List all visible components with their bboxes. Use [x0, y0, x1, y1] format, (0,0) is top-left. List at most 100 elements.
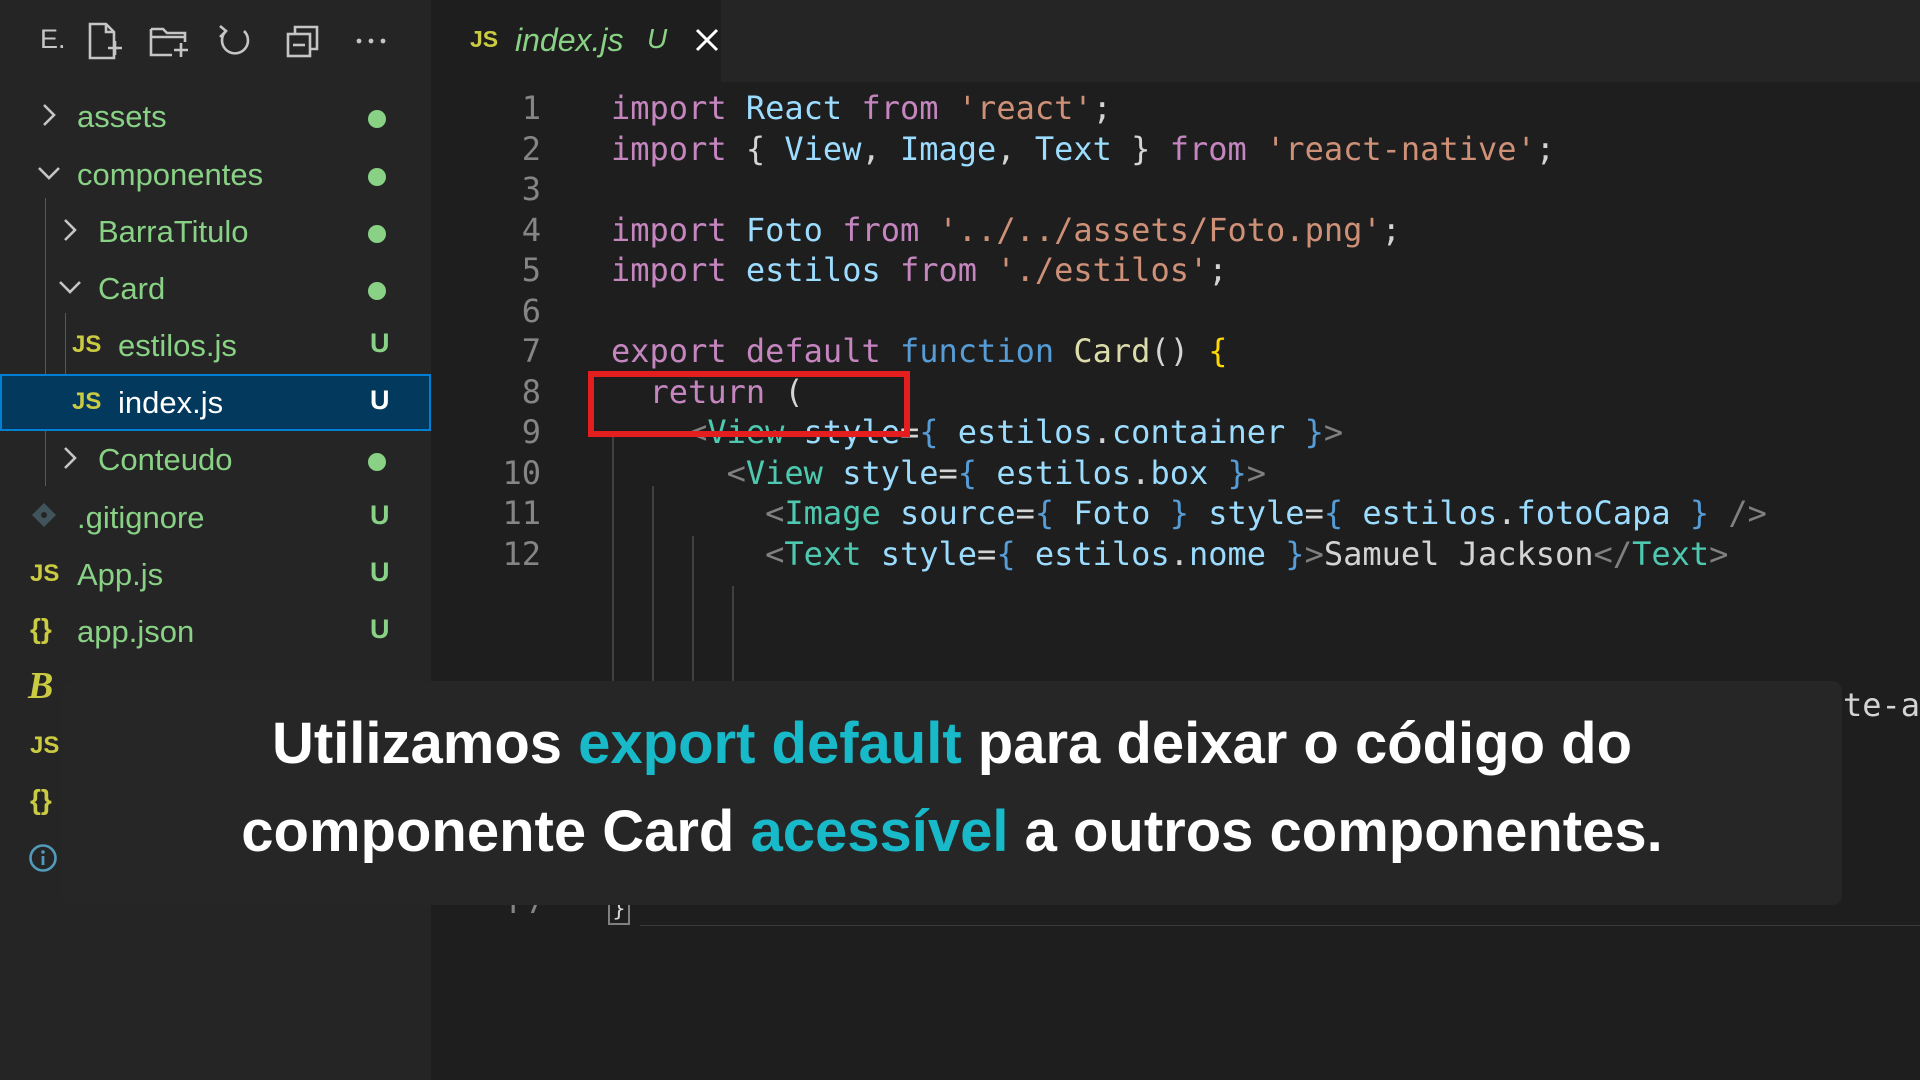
indent-guide — [732, 586, 734, 691]
code-token: View — [784, 129, 862, 168]
tree-item-assets[interactable]: assets — [0, 88, 431, 145]
untracked-status: U — [370, 557, 390, 587]
tab-index-js[interactable]: JS index.js U — [431, 0, 721, 82]
code-token: Foto — [1073, 494, 1151, 532]
more-icon[interactable] — [350, 20, 392, 62]
chevron-right-icon — [55, 443, 85, 473]
line-number: 1 — [521, 89, 541, 127]
tree-item-barratitulo[interactable]: BarraTitulo — [0, 203, 431, 260]
code-token: Image — [899, 129, 997, 168]
code-token: estilos — [957, 413, 1093, 451]
babel-icon: B — [28, 665, 54, 707]
modified-dot — [368, 282, 386, 300]
close-icon[interactable] — [691, 24, 723, 56]
code-token: /> — [1728, 494, 1767, 532]
line-number: 4 — [521, 210, 541, 249]
modified-dot — [368, 225, 386, 243]
new-file-icon[interactable] — [82, 20, 124, 62]
code-token: Text — [1034, 129, 1112, 168]
tree-item-card[interactable]: Card — [0, 260, 431, 317]
line-number: 12 — [502, 534, 541, 573]
tree-item-label: Card — [98, 271, 166, 306]
indent-guide — [692, 536, 694, 691]
caption-text: componente Card — [241, 799, 751, 864]
tree-item-label: estilos.js — [118, 328, 237, 363]
tree-item-label: index.js — [118, 385, 224, 420]
explorer-toolbar: E. — [0, 0, 431, 78]
code-token: ; — [1092, 89, 1112, 127]
code-text: import Foto from '../../assets/Foto.png'… — [611, 211, 1401, 249]
modified-dot — [368, 168, 386, 186]
modified-dot — [368, 110, 386, 128]
js-file-icon: JS — [72, 388, 102, 415]
code-token: import — [611, 89, 727, 127]
collapse-all-icon[interactable] — [282, 20, 324, 62]
line-number: 5 — [521, 251, 541, 289]
code-token: import — [611, 129, 727, 168]
chevron-right-icon — [34, 100, 64, 130]
code-line[interactable]: 12 <Text style={ estilos.nome }>Samuel J… — [431, 530, 1920, 578]
line-number: 10 — [502, 453, 541, 492]
code-token: { — [996, 534, 1016, 573]
caption-accent-text: acessível — [750, 799, 1009, 864]
code-token: < — [726, 453, 746, 492]
code-token: { — [1208, 332, 1228, 370]
overflow-code-text: te-ar — [1843, 686, 1920, 724]
modified-dot — [368, 453, 386, 471]
tree-item-index-js[interactable]: JS index.js U — [0, 374, 431, 431]
code-token: > — [1323, 413, 1344, 451]
tree-item-componentes[interactable]: componentes — [0, 146, 431, 203]
code-text: export default function Card() { — [611, 332, 1228, 370]
code-token: . — [1169, 534, 1189, 573]
new-folder-icon[interactable] — [148, 20, 190, 62]
untracked-status: U — [370, 500, 390, 530]
code-token: } — [1689, 494, 1710, 532]
tree-item-gitignore[interactable]: .gitignore U — [0, 489, 431, 546]
js-file-icon: JS — [470, 26, 499, 52]
tree-item-label: app.json — [77, 614, 195, 649]
code-token: from — [1169, 129, 1247, 168]
caption-accent-text: export default — [578, 711, 962, 776]
editor-tab-bar: JS index.js U — [431, 0, 1920, 82]
refresh-icon[interactable] — [214, 20, 256, 62]
code-token: style — [1208, 494, 1305, 532]
code-token: , — [996, 129, 1035, 168]
code-token: from — [899, 251, 978, 289]
tree-item-app-js[interactable]: JS App.js U — [0, 546, 431, 603]
code-token: box — [1150, 453, 1209, 492]
code-token: Image — [784, 494, 881, 532]
code-token: </ — [1593, 534, 1633, 573]
code-token: './estilos' — [996, 251, 1209, 289]
code-token: . — [1497, 494, 1517, 532]
code-token: > — [1304, 534, 1324, 573]
code-token: export — [611, 332, 727, 370]
code-token: source — [899, 494, 1016, 532]
tree-item-conteudo[interactable]: Conteudo — [0, 431, 431, 488]
editor-divider — [640, 925, 1920, 926]
tab-label: index.js — [515, 22, 624, 58]
highlight-box — [588, 371, 910, 437]
explorer-sidebar: E. assets componentes BarraTitulo Card J… — [0, 0, 431, 1080]
tree-item-app-json[interactable]: {} app.json U — [0, 603, 431, 660]
code-token: } — [1304, 413, 1324, 451]
tree-item-estilos-js[interactable]: JS estilos.js U — [0, 317, 431, 374]
